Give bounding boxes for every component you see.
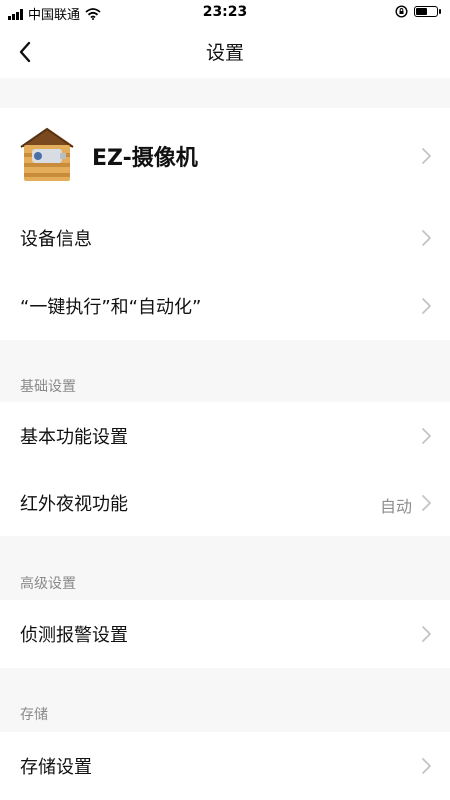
storage-card: 存储设置 — [0, 732, 450, 800]
orientation-lock-icon — [395, 5, 408, 18]
detection-alarm-row[interactable]: 侦测报警设置 — [0, 600, 450, 668]
night-vision-value: 自动 — [379, 497, 412, 516]
page-title: 设置 — [205, 42, 244, 64]
nav-bar: 设置 — [0, 26, 450, 78]
night-vision-row[interactable]: 红外夜视功能 自动 — [0, 469, 450, 536]
device-card: EZ-摄像机 设备信息 “一键执行”和“自动化” — [0, 108, 450, 340]
status-right — [395, 5, 441, 18]
chevron-right-icon — [422, 626, 431, 642]
row-label: 设备信息 — [20, 229, 92, 250]
chevron-right-icon — [422, 428, 431, 444]
chevron-right-icon — [422, 495, 431, 511]
chevron-right-icon — [422, 230, 431, 246]
row-label: 侦测报警设置 — [20, 625, 128, 646]
camera-house-icon — [20, 127, 74, 181]
device-info-row[interactable]: 设备信息 — [0, 204, 450, 272]
basic-settings-card: 基本功能设置 红外夜视功能 自动 — [0, 402, 450, 536]
top-spacer — [0, 78, 450, 108]
section-header-storage: 存储 — [0, 668, 450, 732]
row-label: “一键执行”和“自动化” — [20, 297, 202, 318]
row-label: 红外夜视功能 — [20, 494, 128, 515]
status-time: 23:23 — [202, 4, 248, 20]
status-bar: 中国联通 23:23 — [0, 0, 450, 26]
row-label: 存储设置 — [20, 757, 92, 778]
automation-row[interactable]: “一键执行”和“自动化” — [0, 272, 450, 340]
section-title: 基础设置 — [20, 379, 76, 395]
device-header-row[interactable]: EZ-摄像机 — [0, 108, 450, 204]
chevron-right-icon — [422, 148, 431, 164]
storage-settings-row[interactable]: 存储设置 — [0, 732, 450, 800]
chevron-right-icon — [422, 298, 431, 314]
battery-icon — [414, 6, 441, 17]
basic-function-row[interactable]: 基本功能设置 — [0, 402, 450, 469]
section-title: 存储 — [20, 707, 48, 723]
section-header-basic: 基础设置 — [0, 340, 450, 402]
battery-fill — [416, 8, 427, 15]
device-name: EZ-摄像机 — [92, 146, 198, 171]
chevron-right-icon — [422, 758, 431, 774]
row-label: 基本功能设置 — [20, 427, 128, 448]
section-header-advanced: 高级设置 — [0, 536, 450, 600]
advanced-settings-card: 侦测报警设置 — [0, 600, 450, 668]
section-title: 高级设置 — [20, 576, 76, 592]
